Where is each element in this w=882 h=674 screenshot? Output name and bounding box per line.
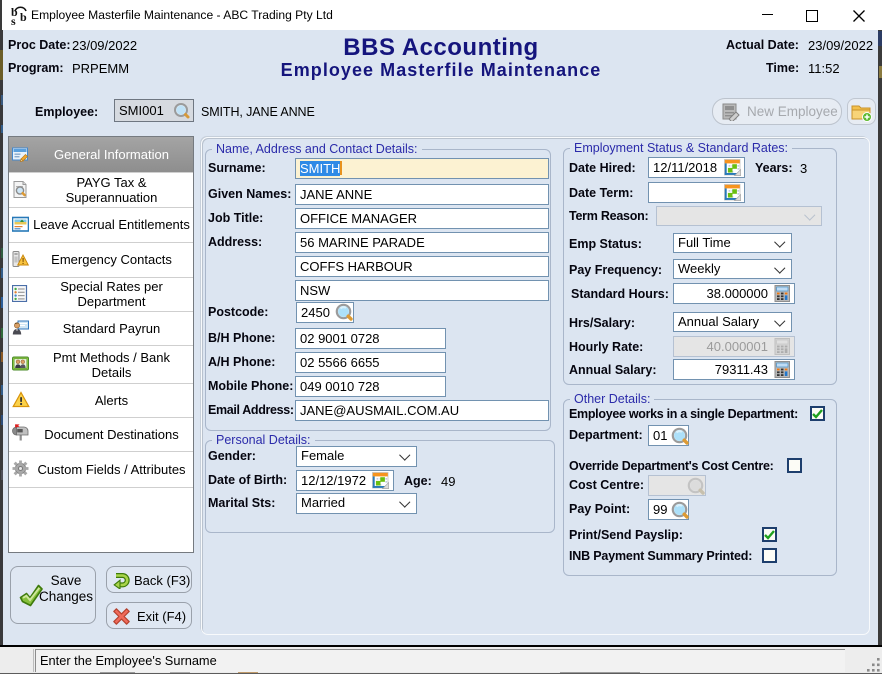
svg-text:!: ! [22,257,25,266]
svg-text:b: b [20,10,27,24]
svg-text:s: s [11,14,16,26]
